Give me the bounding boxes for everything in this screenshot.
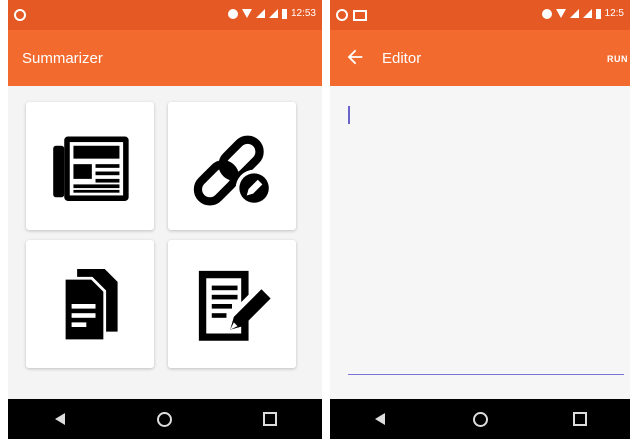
write-note-icon [198,270,271,341]
back-nav-button[interactable] [360,399,400,439]
recents-square-icon [573,412,587,426]
signal-icon [582,9,592,18]
notification-icon [353,9,367,21]
signal-icon [268,9,278,18]
battery-icon [281,8,287,19]
back-triangle-icon [55,413,66,425]
editor-screen: 12:5 Editor RUN [330,0,630,439]
whatsapp-notification-icon [14,9,26,21]
whatsapp-notification-icon [336,9,348,21]
status-bar: 12:53 [8,0,322,30]
newspaper-card-button[interactable] [26,102,154,230]
home-nav-button[interactable] [460,399,500,439]
documents-card-button[interactable] [26,240,154,368]
source-grid [26,102,304,370]
editor-text-area[interactable] [330,86,630,399]
back-nav-button[interactable] [40,399,80,439]
wifi-icon [555,9,566,18]
navigation-bar [8,399,322,439]
app-bar: Editor RUN [330,30,630,86]
status-time: 12:5 [604,8,624,19]
do-not-disturb-icon [227,8,238,19]
home-circle-icon [472,411,488,427]
link-card-button[interactable] [168,102,296,230]
run-button[interactable]: RUN [607,54,628,64]
documents-icon [62,269,118,343]
home-circle-icon [157,411,173,427]
newspaper-icon [53,136,129,201]
app-title: Editor [382,50,422,67]
text-cursor [348,106,350,124]
app-title: Summarizer [22,50,103,67]
back-triangle-icon [375,413,385,425]
input-underline [348,374,624,375]
wifi-icon [241,9,252,18]
status-time: 12:53 [290,8,316,19]
link-edit-icon [193,135,273,207]
signal-icon [255,9,265,18]
navigation-bar [330,399,630,439]
signal-icon [569,9,579,18]
battery-icon [595,8,601,19]
recents-nav-button[interactable] [250,399,290,439]
recents-square-icon [262,412,277,426]
back-arrow-icon[interactable] [344,46,366,68]
recents-nav-button[interactable] [560,399,600,439]
write-card-button[interactable] [168,240,296,368]
do-not-disturb-icon [541,8,552,19]
status-bar: 12:5 [330,0,630,30]
summarizer-screen: 12:53 Summarizer [8,0,322,439]
home-nav-button[interactable] [145,399,185,439]
app-bar: Summarizer [8,30,322,86]
